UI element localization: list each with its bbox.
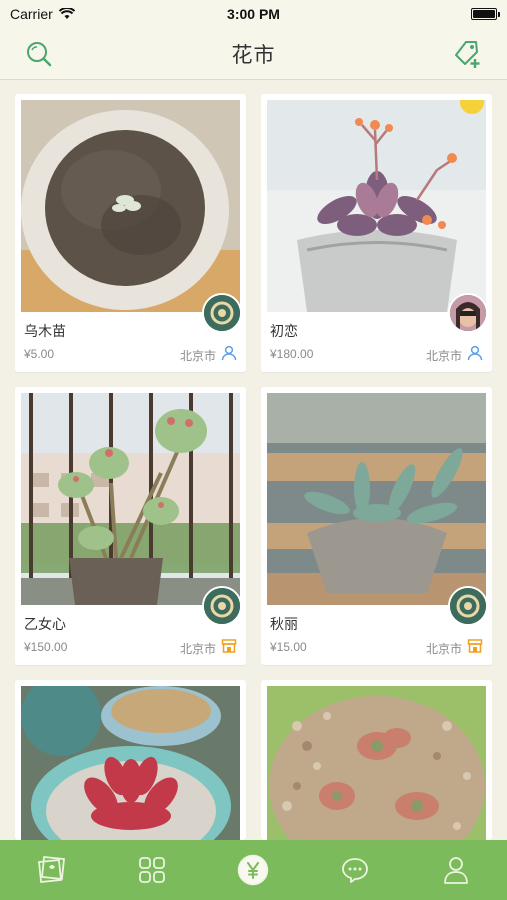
listing-name: 秋丽	[270, 616, 298, 632]
clock: 3:00 PM	[227, 6, 280, 22]
seller-avatar[interactable]	[448, 293, 488, 333]
listing-name: 乙女心	[24, 616, 66, 632]
listing-photo	[267, 100, 486, 312]
tab-categories[interactable]	[127, 845, 177, 895]
listing-price: ¥5.00	[24, 347, 55, 361]
listing-price: ¥15.00	[270, 640, 307, 654]
wifi-icon	[58, 8, 75, 19]
gallery-icon	[37, 856, 65, 883]
listing-photo	[21, 393, 240, 605]
listing-location: 北京市	[179, 642, 216, 656]
tab-messages[interactable]	[330, 845, 380, 895]
listing-photo	[21, 686, 240, 840]
listing-name: 初恋	[270, 323, 298, 339]
tab-bar	[0, 840, 507, 900]
shop-icon	[221, 639, 237, 653]
tab-gallery[interactable]	[26, 845, 76, 895]
listing-location: 北京市	[425, 642, 462, 656]
seller-avatar[interactable]	[202, 586, 242, 626]
shop-icon	[467, 639, 483, 653]
listing-photo	[267, 686, 486, 840]
listing-photo	[21, 100, 240, 312]
tab-market[interactable]	[228, 845, 278, 895]
profile-icon	[444, 857, 469, 884]
nav-bar: 花市	[0, 28, 507, 80]
yen-icon	[238, 854, 269, 886]
add-listing-button[interactable]	[452, 38, 484, 70]
listing-name: 乌木苗	[24, 323, 66, 339]
listing-card[interactable]: 秋丽 ¥15.00 北京市	[261, 387, 492, 665]
listing-card[interactable]: 乙女心 ¥150.00 北京市	[15, 387, 246, 665]
listing-card[interactable]	[261, 680, 492, 840]
listing-price: ¥150.00	[24, 640, 68, 654]
search-button[interactable]	[23, 38, 55, 70]
search-icon	[27, 42, 52, 67]
listing-location: 北京市	[425, 349, 462, 363]
listing-price: ¥180.00	[270, 347, 314, 361]
listing-card[interactable]	[15, 680, 246, 840]
add-tag-icon	[455, 41, 480, 68]
listing-location: 北京市	[179, 349, 216, 363]
status-bar: Carrier 3:00 PM	[0, 0, 507, 28]
tab-profile[interactable]	[431, 845, 481, 895]
person-icon	[221, 345, 237, 361]
seller-avatar[interactable]	[448, 586, 488, 626]
battery-icon	[471, 8, 500, 20]
seller-avatar[interactable]	[202, 293, 242, 333]
page-title: 花市	[231, 43, 276, 67]
listing-card[interactable]: 乌木苗 ¥5.00 北京市	[15, 94, 246, 372]
carrier-label: Carrier	[10, 6, 53, 22]
chat-icon	[341, 858, 368, 883]
person-icon	[467, 345, 483, 361]
grid-icon	[139, 857, 165, 883]
listing-photo	[267, 393, 486, 605]
listing-card[interactable]: 初恋 ¥180.00 北京市	[261, 94, 492, 372]
listing-grid: 乌木苗 ¥5.00 北京市 初恋 ¥180.00 北京市 乙女心 ¥150.00…	[15, 94, 492, 840]
